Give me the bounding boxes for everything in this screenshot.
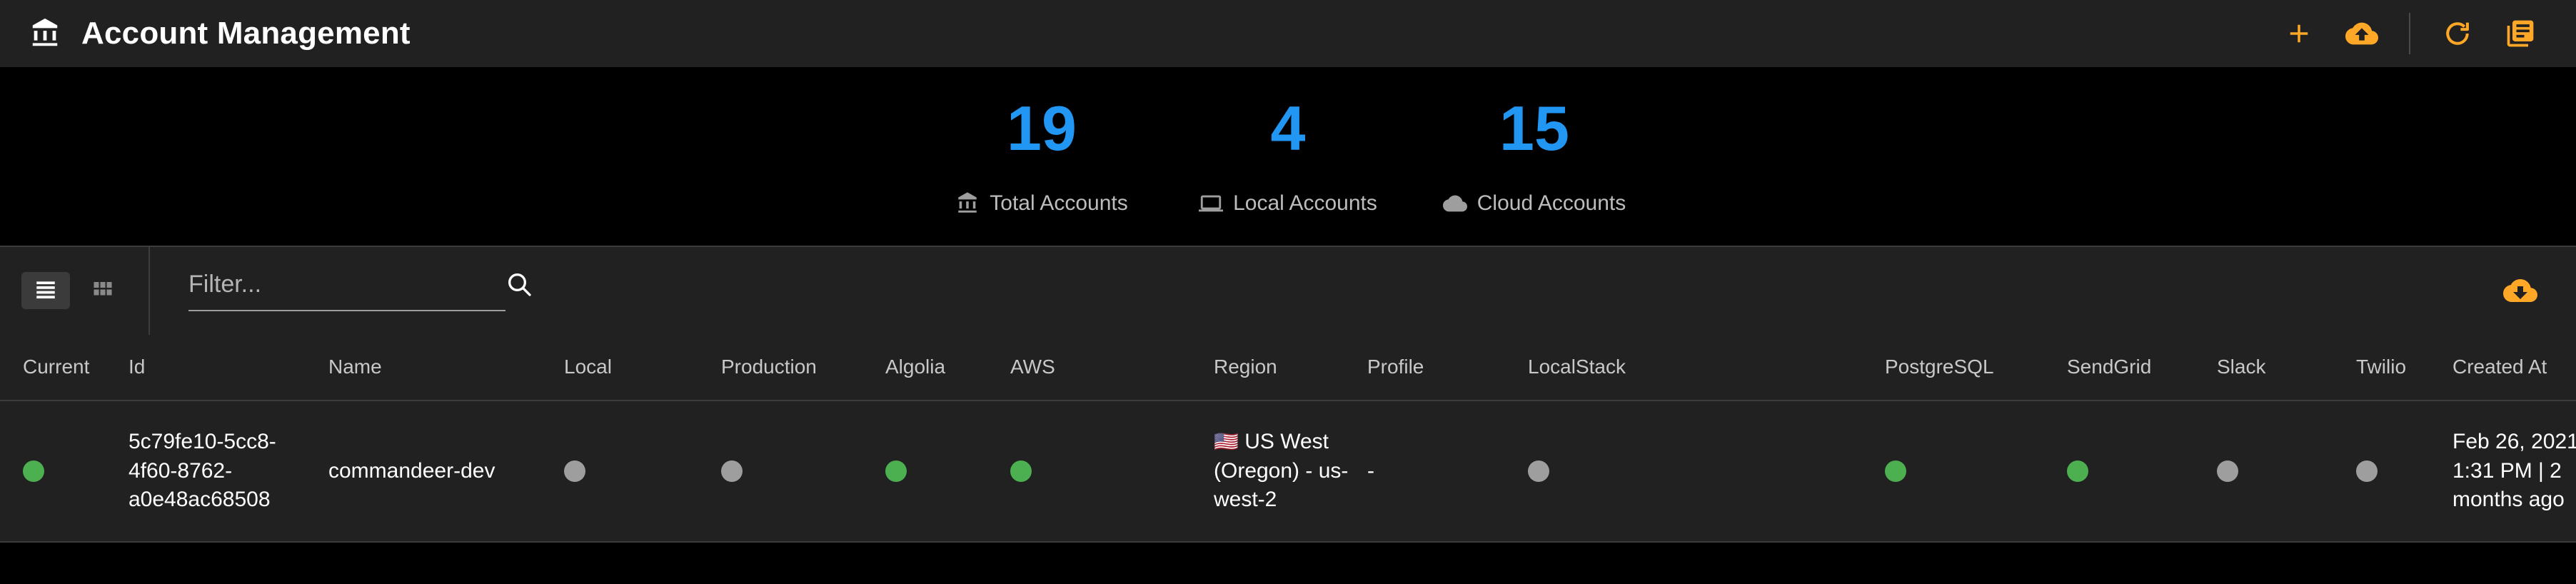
bank-icon — [29, 17, 61, 50]
download-accounts-button[interactable] — [2489, 259, 2552, 322]
laptop-icon — [1199, 191, 1224, 216]
cell-slack — [2217, 460, 2356, 482]
logs-button[interactable] — [2489, 2, 2552, 65]
table-row[interactable]: 5c79fe10-5cc8-4f60-8762-a0e48ac68508 com… — [0, 401, 2576, 543]
toolbar-divider — [149, 246, 150, 335]
column-header-slack[interactable]: Slack — [2217, 356, 2356, 378]
grid-view-icon — [92, 278, 114, 303]
cell-name: commandeer-dev — [328, 458, 495, 483]
stat-total-accounts: 19 Total Accounts — [919, 97, 1165, 216]
cell-created-at: Feb 26, 2021 1:31 PM | 2 months ago — [2452, 430, 2576, 512]
app-bar-divider — [2409, 13, 2410, 54]
column-header-sendgrid[interactable]: SendGrid — [2067, 356, 2217, 378]
column-header-profile[interactable]: Profile — [1367, 356, 1528, 378]
cell-production — [721, 460, 885, 482]
column-header-region[interactable]: Region — [1214, 356, 1367, 378]
cell-local — [564, 460, 721, 482]
local-status-dot — [564, 460, 585, 482]
postgresql-status-dot — [1885, 460, 1906, 482]
cell-localstack — [1528, 460, 1885, 482]
filter-input[interactable] — [188, 271, 505, 298]
cloud-icon — [1442, 191, 1467, 216]
cell-id: 5c79fe10-5cc8-4f60-8762-a0e48ac68508 — [129, 430, 276, 512]
bank-icon — [955, 191, 980, 216]
algolia-status-dot — [885, 460, 907, 482]
column-header-localstack[interactable]: LocalStack — [1528, 356, 1885, 378]
table-header-row: Current Id Name Local Production Algolia… — [0, 334, 2576, 401]
app-bar-actions — [2268, 2, 2552, 65]
column-header-current[interactable]: Current — [0, 356, 129, 378]
stat-value: 15 — [1499, 93, 1569, 163]
view-mode-toggle — [21, 272, 127, 309]
refresh-icon — [2442, 18, 2473, 49]
cloud-download-icon — [2503, 273, 2537, 308]
stat-value: 19 — [1007, 93, 1077, 163]
library-books-icon — [2505, 18, 2536, 49]
refresh-button[interactable] — [2426, 2, 2489, 65]
column-header-aws[interactable]: AWS — [1010, 356, 1214, 378]
cell-region: 🇺🇸 US West (Oregon) - us-west-2 — [1214, 428, 1367, 515]
cell-aws — [1010, 460, 1214, 482]
stat-value: 4 — [1270, 93, 1306, 163]
filter-toolbar — [0, 246, 2576, 335]
column-header-id[interactable]: Id — [129, 356, 328, 378]
stat-cloud-accounts: 15 Cloud Accounts — [1412, 97, 1658, 216]
column-header-created-at[interactable]: Created At — [2452, 356, 2576, 378]
grid-view-button[interactable] — [79, 272, 127, 309]
cell-profile: - — [1367, 458, 1374, 483]
stat-label: Local Accounts — [1233, 191, 1377, 215]
production-status-dot — [721, 460, 743, 482]
search-icon[interactable] — [505, 270, 533, 298]
column-header-name[interactable]: Name — [328, 356, 564, 378]
upload-accounts-button[interactable] — [2330, 2, 2393, 65]
column-header-local[interactable]: Local — [564, 356, 721, 378]
app-bar: Account Management — [0, 0, 2576, 67]
column-header-algolia[interactable]: Algolia — [885, 356, 1010, 378]
list-view-icon — [34, 277, 58, 305]
cell-postgresql — [1885, 460, 2067, 482]
column-header-production[interactable]: Production — [721, 356, 885, 378]
current-status-dot — [23, 460, 44, 482]
sendgrid-status-dot — [2067, 460, 2088, 482]
accounts-table: Current Id Name Local Production Algolia… — [0, 334, 2576, 543]
cell-current — [0, 460, 129, 482]
stat-label-row: Cloud Accounts — [1442, 191, 1626, 216]
stat-label: Total Accounts — [990, 191, 1128, 215]
stat-label: Cloud Accounts — [1476, 191, 1626, 215]
column-header-postgresql[interactable]: PostgreSQL — [1885, 356, 2067, 378]
stat-local-accounts: 4 Local Accounts — [1165, 97, 1412, 216]
app-bar-brand: Account Management — [29, 16, 411, 51]
cell-twilio — [2356, 460, 2452, 482]
twilio-status-dot — [2356, 460, 2378, 482]
list-view-button[interactable] — [21, 272, 70, 309]
stat-label-row: Total Accounts — [955, 191, 1128, 216]
plus-icon — [2284, 19, 2314, 49]
us-flag-icon: 🇺🇸 — [1214, 431, 1239, 453]
localstack-status-dot — [1528, 460, 1549, 482]
stat-label-row: Local Accounts — [1199, 191, 1377, 216]
column-header-twilio[interactable]: Twilio — [2356, 356, 2452, 378]
add-account-button[interactable] — [2268, 2, 2330, 65]
stats-strip: 19 Total Accounts 4 Local Accounts 15 Cl… — [0, 67, 2576, 246]
cell-sendgrid — [2067, 460, 2217, 482]
page-title: Account Management — [81, 16, 411, 51]
filter-field[interactable] — [188, 270, 531, 311]
aws-status-dot — [1010, 460, 1032, 482]
slack-status-dot — [2217, 460, 2238, 482]
cloud-upload-icon — [2345, 17, 2378, 50]
cell-algolia — [885, 460, 1010, 482]
